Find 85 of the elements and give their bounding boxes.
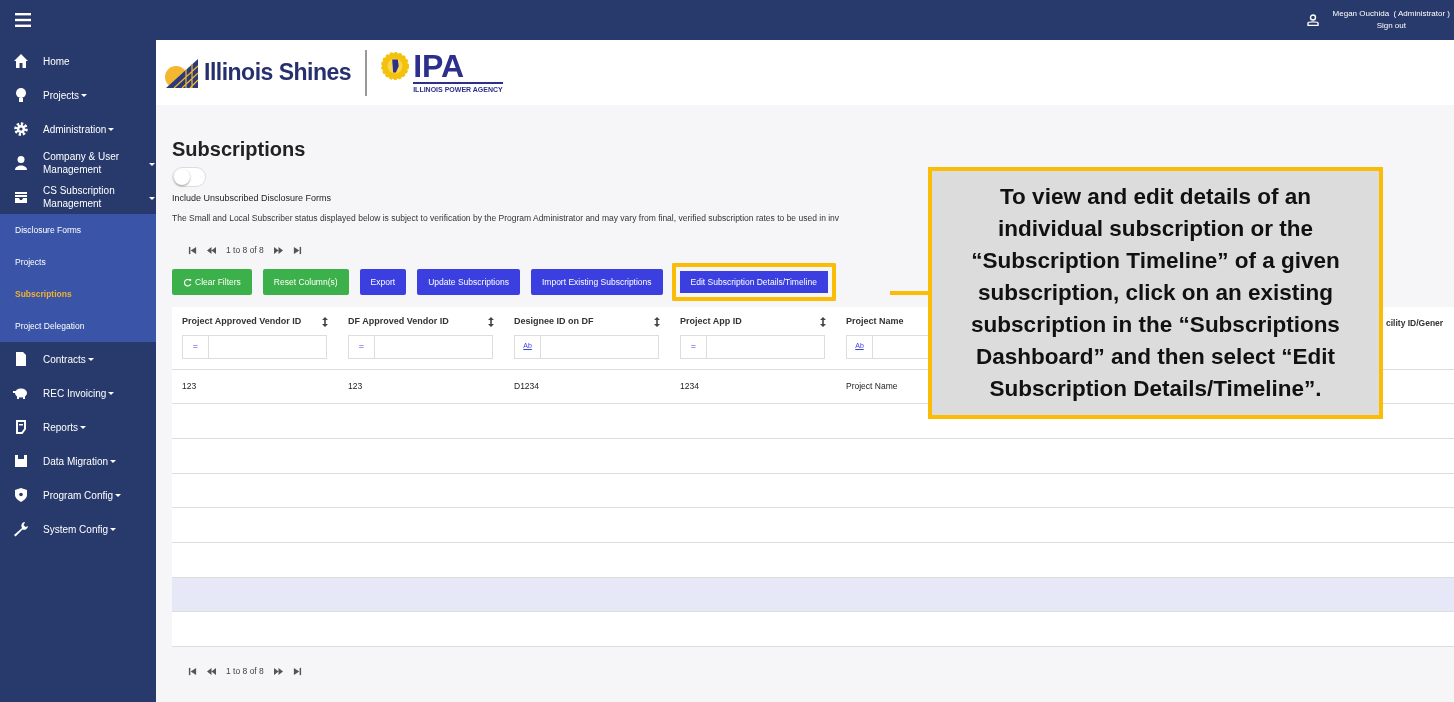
table-cell: 123 [182, 379, 197, 393]
user-name: Megan Ouchida ( Administrator ) [1332, 8, 1450, 20]
column-header[interactable]: cility ID/Gener [1386, 317, 1444, 330]
column-header[interactable]: Project Approved Vendor ID [182, 315, 302, 329]
filter-operator-button[interactable]: = [680, 334, 706, 359]
toggle-label: Include Unsubscribed Disclosure Forms [172, 192, 332, 205]
filter-input[interactable] [706, 334, 825, 359]
sidebar-item[interactable]: Company & User Management [43, 150, 152, 176]
previous-page-icon [207, 666, 216, 676]
instruction-tooltip: To view and edit details of an individual subscription or the “Subscription Timeline” of a given subscription, click on an existing subscription in the “Subscriptions Dashboard” and then select “Edit Subscription Details/Timeline”. [928, 167, 1383, 419]
user-icon [13, 155, 29, 171]
caret-icon [149, 197, 155, 200]
sidebar-item[interactable]: Home [43, 54, 70, 68]
filter-operator-button[interactable]: = [348, 334, 374, 359]
inbox-icon [13, 189, 29, 205]
agency-logo-text: IPA [413, 49, 466, 82]
sort-icon [820, 316, 826, 327]
caret-icon [110, 528, 117, 532]
sidebar-item[interactable]: Reports [43, 420, 86, 434]
submenu-item[interactable]: Project Delegation [0, 310, 156, 342]
caret-icon [110, 460, 117, 464]
table-cell: D1234 [514, 379, 540, 393]
column-header[interactable]: Project App ID [680, 315, 742, 329]
user-icon [1306, 14, 1319, 26]
shield-icon [13, 487, 29, 503]
sidebar-item[interactable]: System Config [43, 522, 117, 536]
file-icon [13, 351, 29, 367]
toolbar-button[interactable]: Edit Subscription Details/Timeline [671, 263, 836, 301]
table-row[interactable] [172, 577, 1454, 613]
next-page-icon [273, 246, 283, 256]
submenu-item[interactable]: Projects [0, 246, 156, 278]
last-page-icon [292, 666, 302, 676]
caret-icon [80, 426, 86, 430]
column-header[interactable]: Designee ID on DF [514, 315, 594, 329]
sidebar-item[interactable]: Projects [43, 88, 88, 102]
toolbar-button[interactable]: Export [359, 269, 407, 295]
submenu-item[interactable]: Subscriptions [0, 278, 156, 310]
first-page-icon [188, 666, 197, 676]
filter-input[interactable] [374, 334, 493, 359]
solar-panel-icon [164, 56, 200, 89]
sidebar-item[interactable]: CS Subscription Management [43, 184, 152, 210]
filter-operator-button[interactable]: = [182, 334, 208, 359]
submenu-item[interactable]: Disclosure Forms [0, 214, 156, 246]
toolbar-button[interactable]: Import Existing Subscriptions [530, 269, 663, 295]
wrench-icon [13, 521, 29, 537]
table-cell: Project Name [846, 379, 898, 393]
table-cell: 1234 [680, 379, 699, 393]
menu-icon [15, 13, 31, 27]
caret-icon [87, 358, 94, 362]
report-icon [13, 419, 29, 435]
last-page-icon [292, 246, 302, 256]
pager-text: 1 to 8 of 8 [226, 665, 264, 678]
caret-icon [149, 163, 155, 166]
table-cell: 123 [348, 379, 363, 393]
first-page-icon [188, 246, 197, 256]
disclaimer-text: The Small and Local Subscriber status displayed below is subject to verification by the Program Administrator and may vary from final, verified subscription rates to be used in inv [172, 211, 840, 225]
caret-icon [81, 94, 88, 98]
caret-icon [115, 494, 122, 498]
next-page-icon [273, 666, 283, 676]
home-icon [13, 53, 29, 69]
sidebar-item[interactable]: REC Invoicing [43, 386, 115, 400]
filter-input[interactable] [208, 334, 327, 359]
sidebar-item[interactable]: Contracts [43, 352, 94, 366]
logo-text: Illinois Shines [204, 58, 352, 88]
refresh-icon [183, 277, 192, 287]
lightbulb-icon [13, 87, 29, 103]
sunflower-icon [381, 51, 410, 80]
pager-text: 1 to 8 of 8 [226, 244, 264, 257]
column-header[interactable]: Project Name [846, 315, 904, 329]
gear-icon [13, 121, 29, 137]
sort-icon [488, 316, 494, 327]
toggle-switch[interactable] [172, 167, 206, 187]
caret-icon [108, 128, 115, 132]
previous-page-icon [207, 246, 216, 256]
sign-out-link[interactable]: Sign out [1376, 20, 1406, 32]
sidebar-item[interactable]: Program Config [43, 488, 122, 502]
sort-icon [654, 316, 660, 327]
page-title: Subscriptions [172, 137, 307, 161]
filter-input[interactable] [540, 334, 659, 359]
column-header[interactable]: DF Approved Vendor ID [348, 315, 449, 329]
toolbar-button[interactable]: Update Subscriptions [417, 269, 520, 295]
sidebar-item[interactable]: Data Migration [43, 454, 117, 468]
sidebar-item[interactable]: Administration [43, 122, 115, 136]
caret-icon [108, 392, 115, 396]
sort-icon [322, 316, 328, 327]
